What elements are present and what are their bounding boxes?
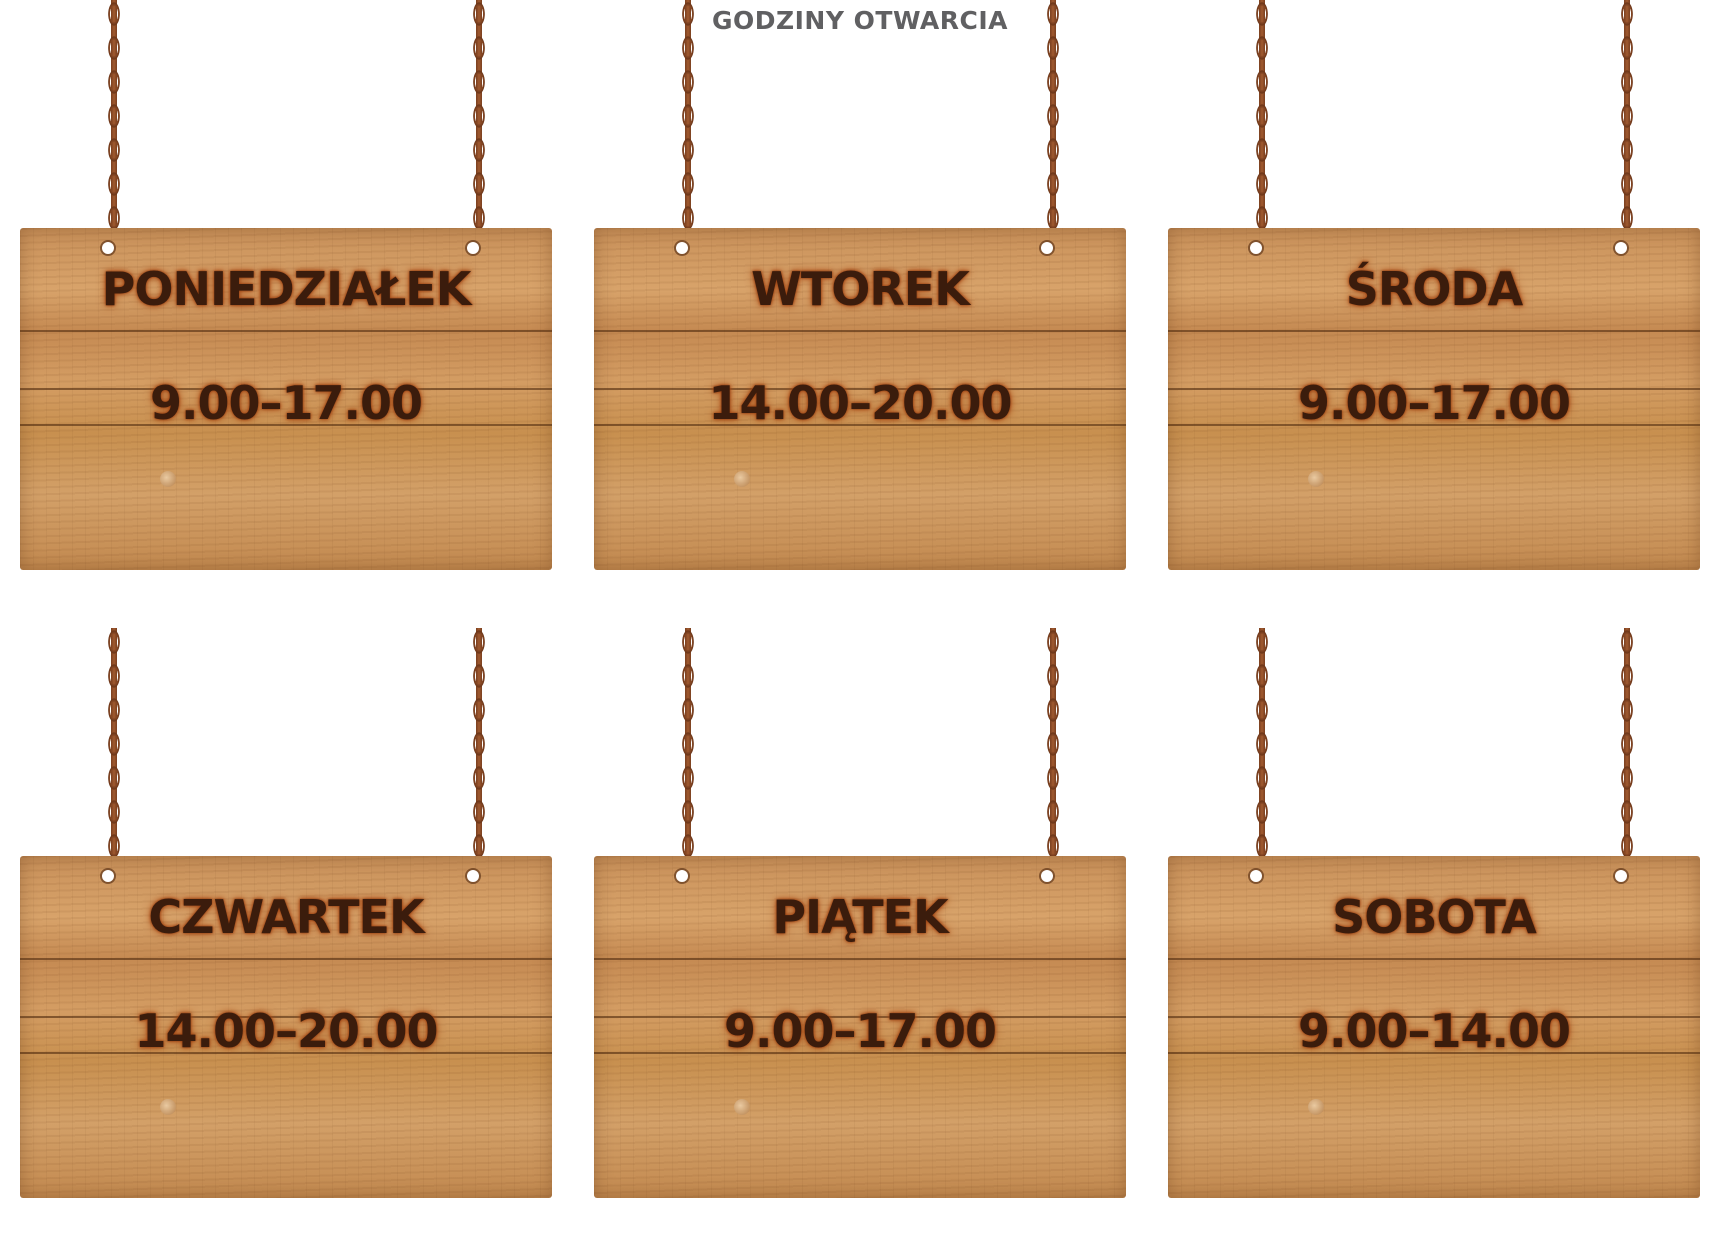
nail-hole-icon (676, 242, 688, 254)
nail-hole-icon (1250, 242, 1262, 254)
wooden-board: WTOREK 14.00–20.00 (594, 228, 1126, 570)
wooden-board: PONIEDZIAŁEK 9.00–17.00 (20, 228, 552, 570)
chain-icon (1040, 628, 1066, 880)
wood-knot-icon (734, 1099, 750, 1115)
hours-label: 9.00–17.00 (1298, 376, 1571, 430)
nail-hole-icon (1615, 870, 1627, 882)
hours-label: 14.00–20.00 (708, 376, 1012, 430)
nail-hole-icon (467, 870, 479, 882)
chain-icon (675, 0, 701, 252)
wooden-board: PIĄTEK 9.00–17.00 (594, 856, 1126, 1198)
nail-hole-icon (676, 870, 688, 882)
chain-icon (101, 0, 127, 252)
day-label: WTOREK (751, 262, 970, 316)
nail-hole-icon (1250, 870, 1262, 882)
wood-knot-icon (1308, 471, 1324, 487)
chain-icon (1614, 628, 1640, 880)
wooden-board: ŚRODA 9.00–17.00 (1168, 228, 1700, 570)
sign-saturday: SOBOTA 9.00–14.00 (1168, 628, 1700, 1198)
day-label: SOBOTA (1332, 890, 1537, 944)
nail-hole-icon (1615, 242, 1627, 254)
plank-divider (20, 958, 552, 960)
day-label: PIĄTEK (772, 890, 948, 944)
hours-label: 14.00–20.00 (134, 1004, 438, 1058)
plank-divider (1168, 330, 1700, 332)
nail-hole-icon (467, 242, 479, 254)
sign-tuesday: WTOREK 14.00–20.00 (594, 0, 1126, 570)
wood-knot-icon (734, 471, 750, 487)
chain-icon (1614, 0, 1640, 252)
sign-thursday: CZWARTEK 14.00–20.00 (20, 628, 552, 1198)
day-label: PONIEDZIAŁEK (101, 262, 472, 316)
plank-divider (20, 330, 552, 332)
chain-icon (1249, 0, 1275, 252)
plank-divider (594, 958, 1126, 960)
chain-icon (101, 628, 127, 880)
nail-hole-icon (1041, 870, 1053, 882)
nail-hole-icon (1041, 242, 1053, 254)
sign-monday: PONIEDZIAŁEK 9.00–17.00 (20, 0, 552, 570)
wooden-board: CZWARTEK 14.00–20.00 (20, 856, 552, 1198)
chain-icon (466, 628, 492, 880)
chain-icon (1040, 0, 1066, 252)
hours-label: 9.00–14.00 (1298, 1004, 1571, 1058)
sign-friday: PIĄTEK 9.00–17.00 (594, 628, 1126, 1198)
wood-knot-icon (160, 1099, 176, 1115)
wood-knot-icon (160, 471, 176, 487)
wooden-board: SOBOTA 9.00–14.00 (1168, 856, 1700, 1198)
chain-icon (466, 0, 492, 252)
day-label: ŚRODA (1345, 262, 1523, 316)
plank-divider (594, 330, 1126, 332)
plank-divider (1168, 958, 1700, 960)
day-label: CZWARTEK (148, 890, 424, 944)
hours-label: 9.00–17.00 (724, 1004, 997, 1058)
wood-knot-icon (1308, 1099, 1324, 1115)
hours-label: 9.00–17.00 (150, 376, 423, 430)
chain-icon (675, 628, 701, 880)
nail-hole-icon (102, 242, 114, 254)
nail-hole-icon (102, 870, 114, 882)
chain-icon (1249, 628, 1275, 880)
sign-wednesday: ŚRODA 9.00–17.00 (1168, 0, 1700, 570)
